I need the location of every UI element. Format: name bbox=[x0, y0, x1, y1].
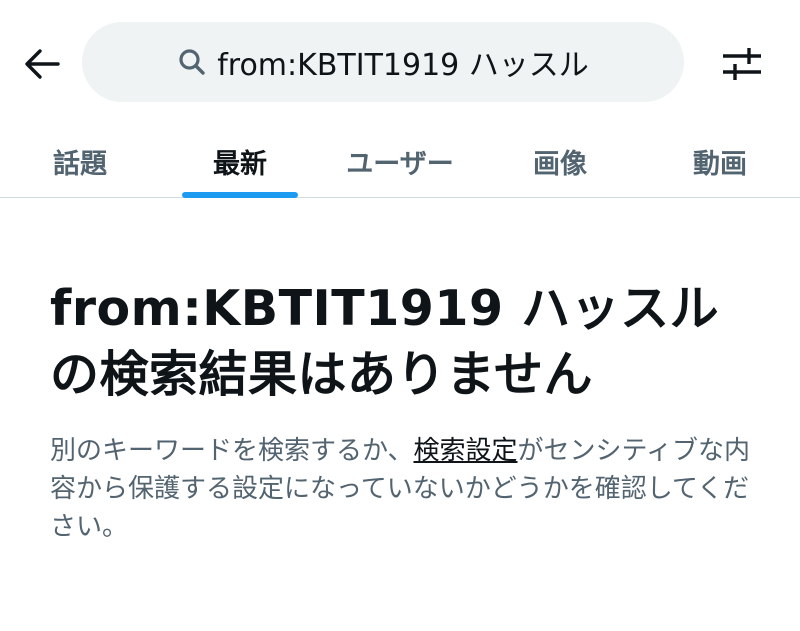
empty-state-description: 別のキーワードを検索するか、検索設定がセンシティブな内容から保護する設定になって… bbox=[50, 432, 750, 546]
search-settings-link[interactable]: 検索設定 bbox=[413, 436, 517, 466]
search-tabs: 話題 最新 ユーザー 画像 動画 bbox=[0, 124, 800, 198]
empty-desc-text: 別のキーワードを検索するか、 bbox=[50, 436, 414, 466]
tab-label: 画像 bbox=[533, 148, 587, 180]
tab-label: 話題 bbox=[53, 148, 107, 180]
back-button[interactable] bbox=[18, 40, 66, 88]
search-filter-button[interactable] bbox=[716, 40, 768, 88]
top-bar: from:KBTIT1919 ハッスル bbox=[0, 0, 800, 124]
tab-top[interactable]: 話題 bbox=[0, 124, 160, 198]
tab-label: 最新 bbox=[213, 148, 267, 180]
sliders-icon bbox=[723, 48, 761, 80]
search-icon bbox=[177, 47, 207, 77]
empty-state: from:KBTIT1919 ハッスルの検索結果はありません 別のキーワードを検… bbox=[50, 276, 750, 546]
active-tab-indicator bbox=[182, 192, 298, 198]
tab-label: ユーザー bbox=[346, 148, 454, 180]
tab-people[interactable]: ユーザー bbox=[320, 124, 480, 198]
tab-photos[interactable]: 画像 bbox=[480, 124, 640, 198]
arrow-left-icon bbox=[25, 49, 60, 79]
tab-label: 動画 bbox=[693, 148, 747, 180]
search-query-text: from:KBTIT1919 ハッスル bbox=[217, 48, 589, 83]
tab-latest[interactable]: 最新 bbox=[160, 124, 320, 198]
tab-videos[interactable]: 動画 bbox=[640, 124, 800, 198]
empty-state-title: from:KBTIT1919 ハッスルの検索結果はありません bbox=[50, 280, 720, 403]
search-input[interactable]: from:KBTIT1919 ハッスル bbox=[82, 22, 684, 102]
